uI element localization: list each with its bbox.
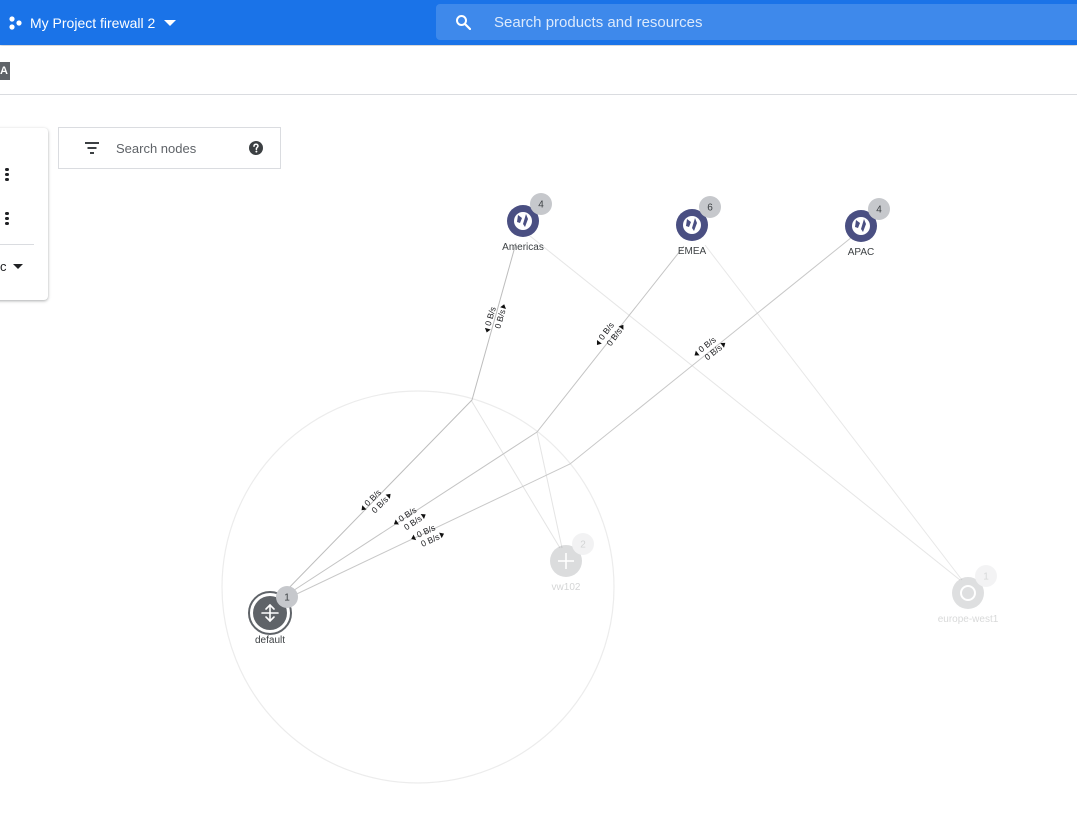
faded-edges (470, 235, 963, 581)
project-dots-icon (9, 15, 22, 30)
node-apac[interactable]: 4 APAC (845, 198, 890, 258)
node-europe-west1[interactable]: 1 europe-west1 (938, 565, 999, 625)
edge-label-emea-upper: 0 B/s 0 B/s (596, 320, 624, 348)
node-count: 4 (876, 205, 882, 216)
node-default[interactable]: 1 default (248, 586, 298, 646)
edge-label-americas-lower: 0 B/s 0 B/s (361, 487, 391, 515)
node-count: 4 (538, 200, 544, 211)
arrow-icon (694, 350, 700, 356)
node-count: 2 (580, 540, 586, 551)
topology-graph[interactable]: 0 B/s 0 B/s 0 B/s 0 B/s 0 B/s 0 B/s 0 B/… (0, 95, 1077, 839)
node-label: Americas (502, 242, 544, 253)
node-americas[interactable]: 4 Americas (502, 193, 552, 253)
badge-label: A (0, 62, 10, 80)
arrow-icon (385, 493, 391, 499)
arrow-icon (500, 304, 506, 309)
search-bar[interactable] (436, 4, 1077, 40)
sub-header-bar: A (0, 46, 1077, 95)
node-label: vw102 (552, 582, 581, 593)
globe-icon (683, 216, 701, 234)
globe-icon (852, 217, 870, 235)
edge-label-americas-upper: 0 B/s 0 B/s (483, 304, 507, 333)
node-emea[interactable]: 6 EMEA (676, 196, 721, 257)
node-label: europe-west1 (938, 614, 999, 625)
node-count: 1 (983, 572, 989, 583)
project-selector[interactable]: My Project firewall 2 (8, 0, 177, 45)
globe-icon (514, 212, 532, 230)
node-label: default (255, 635, 285, 646)
arrow-icon (411, 534, 417, 541)
node-label: APAC (848, 247, 875, 258)
node-count: 6 (707, 203, 713, 214)
node-label: EMEA (678, 246, 707, 257)
project-name: My Project firewall 2 (30, 14, 156, 31)
arrow-icon (420, 513, 426, 520)
edge-emea-default[interactable] (281, 245, 685, 599)
arrow-icon (596, 339, 602, 345)
top-app-bar: My Project firewall 2 (0, 0, 1077, 45)
node-count: 1 (284, 593, 290, 604)
search-icon (456, 15, 471, 30)
search-input[interactable] (492, 12, 1056, 32)
arrow-icon (439, 532, 445, 539)
edge-label-apac-upper: 0 B/s 0 B/s (694, 335, 726, 362)
chevron-down-icon (164, 19, 177, 26)
arrow-icon (484, 327, 491, 333)
